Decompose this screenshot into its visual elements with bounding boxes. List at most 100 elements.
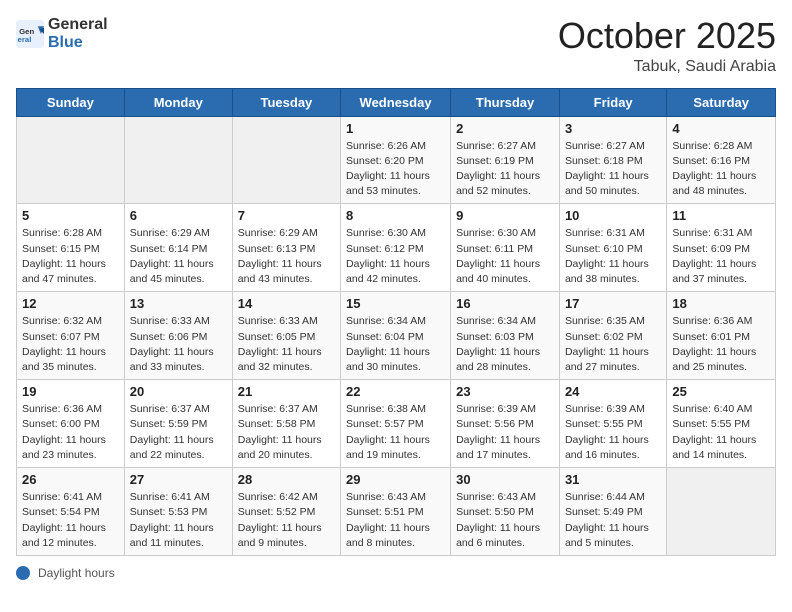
calendar-cell <box>17 116 125 204</box>
calendar-cell: 4 Sunrise: 6:28 AM Sunset: 6:16 PM Daylig… <box>667 116 776 204</box>
calendar-cell: 30 Sunrise: 6:43 AM Sunset: 5:50 PM Dayli… <box>451 468 560 556</box>
day-info: Sunrise: 6:27 AM Sunset: 6:19 PM Dayligh… <box>456 139 554 200</box>
calendar-cell: 9 Sunrise: 6:30 AM Sunset: 6:11 PM Daylig… <box>451 204 560 292</box>
calendar-cell: 5 Sunrise: 6:28 AM Sunset: 6:15 PM Daylig… <box>17 204 125 292</box>
day-info: Sunrise: 6:41 AM Sunset: 5:53 PM Dayligh… <box>130 490 227 551</box>
calendar-cell: 28 Sunrise: 6:42 AM Sunset: 5:52 PM Dayli… <box>232 468 340 556</box>
logo: Gen eral General Blue <box>16 16 108 51</box>
calendar-cell: 31Sunrise: 6:44 AM Sunset: 5:49 PM Dayli… <box>559 468 666 556</box>
calendar-cell: 12Sunrise: 6:32 AM Sunset: 6:07 PM Dayli… <box>17 292 125 380</box>
day-header-monday: Monday <box>124 88 232 116</box>
day-info: Sunrise: 6:43 AM Sunset: 5:50 PM Dayligh… <box>456 490 554 551</box>
calendar-cell: 7 Sunrise: 6:29 AM Sunset: 6:13 PM Daylig… <box>232 204 340 292</box>
month-title: October 2025 <box>558 16 776 56</box>
day-number: 4 <box>672 121 770 136</box>
day-info: Sunrise: 6:34 AM Sunset: 6:03 PM Dayligh… <box>456 314 554 375</box>
day-number: 11 <box>672 208 770 223</box>
calendar-cell: 27 Sunrise: 6:41 AM Sunset: 5:53 PM Dayli… <box>124 468 232 556</box>
calendar-cell: 22 Sunrise: 6:38 AM Sunset: 5:57 PM Dayli… <box>341 380 451 468</box>
day-header-friday: Friday <box>559 88 666 116</box>
day-number: 19 <box>22 384 119 399</box>
day-info: Sunrise: 6:44 AM Sunset: 5:49 PM Dayligh… <box>565 490 661 551</box>
svg-text:eral: eral <box>18 34 32 43</box>
calendar-cell: 17Sunrise: 6:35 AM Sunset: 6:02 PM Dayli… <box>559 292 666 380</box>
day-info: Sunrise: 6:43 AM Sunset: 5:51 PM Dayligh… <box>346 490 445 551</box>
day-number: 7 <box>238 208 335 223</box>
day-header-sunday: Sunday <box>17 88 125 116</box>
day-info: Sunrise: 6:27 AM Sunset: 6:18 PM Dayligh… <box>565 139 661 200</box>
day-number: 8 <box>346 208 445 223</box>
calendar-cell: 19 Sunrise: 6:36 AM Sunset: 6:00 PM Dayli… <box>17 380 125 468</box>
daylight-label: Daylight hours <box>38 566 115 580</box>
day-number: 27 <box>130 472 227 487</box>
day-info: Sunrise: 6:28 AM Sunset: 6:16 PM Dayligh… <box>672 139 770 200</box>
day-info: Sunrise: 6:38 AM Sunset: 5:57 PM Dayligh… <box>346 402 445 463</box>
day-info: Sunrise: 6:31 AM Sunset: 6:10 PM Dayligh… <box>565 226 661 287</box>
day-info: Sunrise: 6:33 AM Sunset: 6:06 PM Dayligh… <box>130 314 227 375</box>
page-header: Gen eral General Blue October 2025 Tabuk… <box>16 16 776 76</box>
day-info: Sunrise: 6:30 AM Sunset: 6:11 PM Dayligh… <box>456 226 554 287</box>
calendar-cell: 3Sunrise: 6:27 AM Sunset: 6:18 PM Daylig… <box>559 116 666 204</box>
day-number: 26 <box>22 472 119 487</box>
calendar-cell: 2 Sunrise: 6:27 AM Sunset: 6:19 PM Daylig… <box>451 116 560 204</box>
day-info: Sunrise: 6:37 AM Sunset: 5:58 PM Dayligh… <box>238 402 335 463</box>
day-number: 20 <box>130 384 227 399</box>
day-header-thursday: Thursday <box>451 88 560 116</box>
day-number: 30 <box>456 472 554 487</box>
day-number: 21 <box>238 384 335 399</box>
calendar-cell: 20Sunrise: 6:37 AM Sunset: 5:59 PM Dayli… <box>124 380 232 468</box>
day-info: Sunrise: 6:34 AM Sunset: 6:04 PM Dayligh… <box>346 314 445 375</box>
calendar-cell: 8 Sunrise: 6:30 AM Sunset: 6:12 PM Daylig… <box>341 204 451 292</box>
calendar-cell: 25Sunrise: 6:40 AM Sunset: 5:55 PM Dayli… <box>667 380 776 468</box>
calendar-cell: 29 Sunrise: 6:43 AM Sunset: 5:51 PM Dayli… <box>341 468 451 556</box>
calendar-cell <box>124 116 232 204</box>
day-number: 25 <box>672 384 770 399</box>
calendar-cell: 6 Sunrise: 6:29 AM Sunset: 6:14 PM Daylig… <box>124 204 232 292</box>
day-number: 13 <box>130 296 227 311</box>
day-number: 6 <box>130 208 227 223</box>
day-number: 5 <box>22 208 119 223</box>
calendar-table: SundayMondayTuesdayWednesdayThursdayFrid… <box>16 88 776 556</box>
day-number: 18 <box>672 296 770 311</box>
day-info: Sunrise: 6:30 AM Sunset: 6:12 PM Dayligh… <box>346 226 445 287</box>
day-info: Sunrise: 6:29 AM Sunset: 6:13 PM Dayligh… <box>238 226 335 287</box>
day-info: Sunrise: 6:33 AM Sunset: 6:05 PM Dayligh… <box>238 314 335 375</box>
day-info: Sunrise: 6:41 AM Sunset: 5:54 PM Dayligh… <box>22 490 119 551</box>
day-number: 12 <box>22 296 119 311</box>
calendar-cell: 13 Sunrise: 6:33 AM Sunset: 6:06 PM Dayli… <box>124 292 232 380</box>
day-info: Sunrise: 6:36 AM Sunset: 6:00 PM Dayligh… <box>22 402 119 463</box>
day-info: Sunrise: 6:26 AM Sunset: 6:20 PM Dayligh… <box>346 139 445 200</box>
day-info: Sunrise: 6:29 AM Sunset: 6:14 PM Dayligh… <box>130 226 227 287</box>
calendar-cell: 10 Sunrise: 6:31 AM Sunset: 6:10 PM Dayli… <box>559 204 666 292</box>
day-number: 16 <box>456 296 554 311</box>
calendar-cell: 16 Sunrise: 6:34 AM Sunset: 6:03 PM Dayli… <box>451 292 560 380</box>
day-number: 22 <box>346 384 445 399</box>
logo-general-text: General <box>48 16 108 33</box>
day-info: Sunrise: 6:31 AM Sunset: 6:09 PM Dayligh… <box>672 226 770 287</box>
day-number: 24 <box>565 384 661 399</box>
calendar-cell: 18 Sunrise: 6:36 AM Sunset: 6:01 PM Dayli… <box>667 292 776 380</box>
calendar-cell: 23 Sunrise: 6:39 AM Sunset: 5:56 PM Dayli… <box>451 380 560 468</box>
calendar-cell: 26 Sunrise: 6:41 AM Sunset: 5:54 PM Dayli… <box>17 468 125 556</box>
day-number: 17 <box>565 296 661 311</box>
day-info: Sunrise: 6:36 AM Sunset: 6:01 PM Dayligh… <box>672 314 770 375</box>
day-number: 28 <box>238 472 335 487</box>
day-number: 29 <box>346 472 445 487</box>
day-number: 23 <box>456 384 554 399</box>
logo-icon: Gen eral <box>16 20 44 48</box>
footer: Daylight hours <box>16 566 776 580</box>
day-number: 2 <box>456 121 554 136</box>
calendar-cell: 21 Sunrise: 6:37 AM Sunset: 5:58 PM Dayli… <box>232 380 340 468</box>
day-number: 14 <box>238 296 335 311</box>
day-info: Sunrise: 6:42 AM Sunset: 5:52 PM Dayligh… <box>238 490 335 551</box>
day-info: Sunrise: 6:39 AM Sunset: 5:56 PM Dayligh… <box>456 402 554 463</box>
day-number: 10 <box>565 208 661 223</box>
day-number: 9 <box>456 208 554 223</box>
day-info: Sunrise: 6:28 AM Sunset: 6:15 PM Dayligh… <box>22 226 119 287</box>
day-number: 15 <box>346 296 445 311</box>
calendar-cell: 14 Sunrise: 6:33 AM Sunset: 6:05 PM Dayli… <box>232 292 340 380</box>
calendar-cell: 1Sunrise: 6:26 AM Sunset: 6:20 PM Daylig… <box>341 116 451 204</box>
calendar-cell <box>232 116 340 204</box>
location: Tabuk, Saudi Arabia <box>558 58 776 76</box>
day-info: Sunrise: 6:39 AM Sunset: 5:55 PM Dayligh… <box>565 402 661 463</box>
